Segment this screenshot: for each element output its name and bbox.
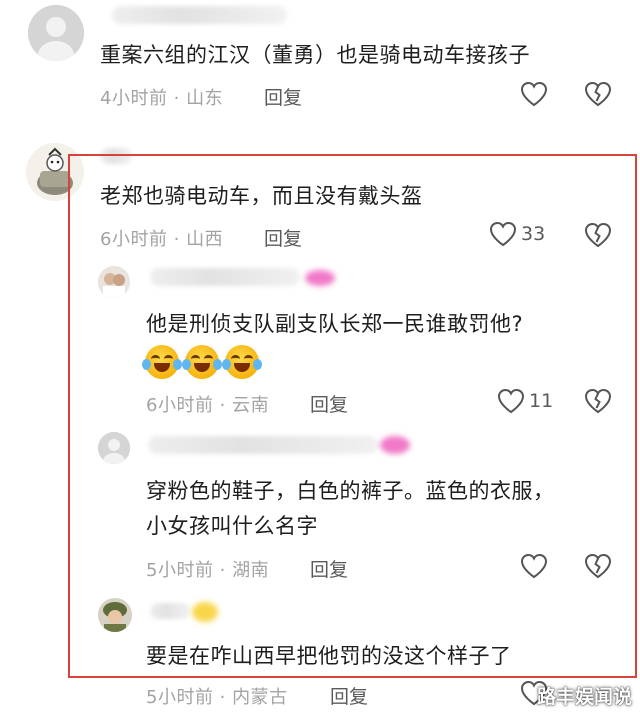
- reply-text-line2: 小女孩叫什么名字: [146, 514, 318, 538]
- dislike-button[interactable]: [584, 553, 612, 579]
- username-blurred[interactable]: [100, 148, 132, 164]
- comment-meta: 4小时前 · 山东: [100, 88, 224, 109]
- dislike-button[interactable]: [584, 222, 612, 248]
- reply-meta: 6小时前 · 云南: [146, 395, 270, 416]
- like-button[interactable]: 33: [489, 221, 545, 247]
- user-avatar[interactable]: [98, 598, 132, 632]
- broken-heart-icon: [584, 222, 612, 248]
- reply-button[interactable]: 回复: [310, 555, 348, 582]
- reply-text: 他是刑侦支队副支队长郑一民谁敢罚他?: [146, 312, 524, 336]
- comment-text: 重案六组的江汉（董勇）也是骑电动车接孩子: [100, 43, 530, 67]
- dislike-button[interactable]: [584, 81, 612, 107]
- broken-heart-icon: [584, 388, 612, 414]
- emoji-row: [142, 345, 262, 379]
- laugh-cry-emoji: [142, 345, 182, 379]
- like-count: 11: [529, 390, 554, 412]
- heart-outline-icon: [520, 553, 548, 579]
- username-blurred[interactable]: [112, 6, 287, 24]
- username-blurred-decoration: [380, 436, 410, 454]
- comment-text: 老郑也骑电动车，而且没有戴头盔: [100, 184, 423, 208]
- broken-heart-icon: [584, 553, 612, 579]
- username-blurred[interactable]: [148, 436, 378, 454]
- heart-outline-icon: [497, 388, 525, 414]
- comment-meta: 6小时前 · 山西: [100, 229, 224, 250]
- reply-button[interactable]: 回复: [310, 390, 348, 417]
- like-button[interactable]: 11: [497, 388, 553, 414]
- reply-text-line1: 穿粉色的鞋子，白色的裤子。蓝色的衣服，: [146, 479, 555, 503]
- reply-button[interactable]: 回复: [264, 83, 302, 110]
- laugh-cry-emoji: [222, 345, 262, 379]
- username-blurred[interactable]: [150, 603, 190, 619]
- comment-thread: 重案六组的江汉（董勇）也是骑电动车接孩子 4小时前 · 山东 回复 老郑也骑电动…: [0, 0, 640, 715]
- user-avatar[interactable]: [26, 143, 84, 201]
- broken-heart-icon: [584, 81, 612, 107]
- like-count: 33: [521, 223, 546, 245]
- username-blurred-decoration: [305, 270, 335, 286]
- heart-outline-icon: [520, 81, 548, 107]
- reply-button[interactable]: 回复: [330, 682, 368, 709]
- heart-outline-icon: [489, 221, 517, 247]
- like-button[interactable]: [520, 81, 548, 107]
- user-avatar[interactable]: [28, 5, 84, 61]
- reply-meta: 5小时前 · 湖南: [146, 560, 270, 581]
- dislike-button[interactable]: [584, 388, 612, 414]
- username-blurred[interactable]: [150, 268, 300, 286]
- laugh-cry-emoji: [182, 345, 222, 379]
- like-button[interactable]: [520, 553, 548, 579]
- watermark: 路丰娱闻说: [536, 686, 632, 708]
- user-avatar[interactable]: [98, 432, 130, 464]
- reply-button[interactable]: 回复: [264, 224, 302, 251]
- reply-text: 要是在咋山西早把他罚的没这个样子了: [146, 644, 512, 668]
- reply-meta: 5小时前 · 内蒙古: [146, 687, 288, 708]
- user-avatar[interactable]: [98, 266, 130, 298]
- username-blurred-decoration: [192, 602, 218, 622]
